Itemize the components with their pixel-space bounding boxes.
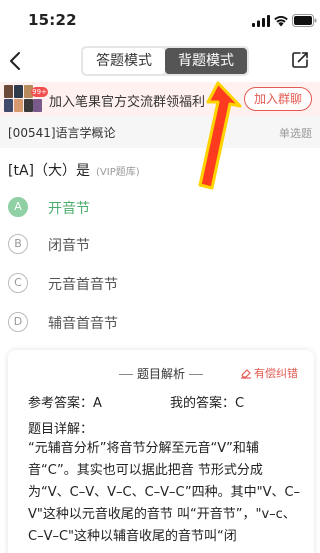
title-divider xyxy=(189,374,203,375)
option-text: 闭音节 xyxy=(48,238,90,254)
group-banner[interactable]: 99+ 加入笔果官方交流群领福利 加入群聊 xyxy=(0,82,320,116)
tab-recite-mode[interactable]: 背题模式 xyxy=(165,48,247,74)
question-stem: [tA]（大）是 (VIP题库) xyxy=(8,160,140,180)
option-d[interactable]: D 辅音首音节 xyxy=(8,311,308,333)
detail-title: 题目详解： xyxy=(28,422,94,437)
my-answer: 我的答案：C xyxy=(170,396,245,411)
mode-switch: 答题模式 背题模式 xyxy=(81,46,249,76)
analysis-card: 题目解析 有偿纠错 参考答案：A 我的答案：C 题目详解： “元辅音分析”将音节… xyxy=(8,350,314,553)
question-header: [00541]语言学概论 单选题 xyxy=(0,116,320,148)
question-code: [00541]语言学概论 xyxy=(8,126,116,140)
cellular-signal-icon xyxy=(252,15,270,27)
option-text: 开音节 xyxy=(48,201,90,217)
question-type: 单选题 xyxy=(279,127,312,140)
banner-text: 加入笔果官方交流群领福利 xyxy=(49,95,206,110)
option-letter: C xyxy=(8,273,28,293)
option-letter: D xyxy=(8,312,28,332)
report-error-link[interactable]: 有偿纠错 xyxy=(240,365,298,381)
title-divider xyxy=(118,374,133,375)
eraser-icon xyxy=(241,369,251,379)
group-avatars: 99+ xyxy=(4,85,48,113)
join-group-button[interactable]: 加入群聊 xyxy=(244,87,312,111)
chevron-left-icon[interactable] xyxy=(6,49,26,73)
reference-answer: 参考答案：A xyxy=(28,396,102,411)
report-label: 有偿纠错 xyxy=(254,367,298,380)
share-edit-icon[interactable] xyxy=(291,51,309,69)
question-text: [tA]（大）是 xyxy=(8,163,90,179)
analysis-title: 题目解析 xyxy=(136,367,185,381)
question-tag: (VIP题库) xyxy=(96,167,140,178)
status-time: 15:22 xyxy=(28,11,77,29)
battery-icon xyxy=(292,14,317,27)
tab-answer-mode[interactable]: 答题模式 xyxy=(83,48,165,74)
option-text: 辅音首音节 xyxy=(48,316,118,332)
unread-badge: 99+ xyxy=(31,87,48,97)
detail-text: “元辅音分析”将音节分解至元音“V”和辅音“C”。其实也可以据此把音 节形式分成… xyxy=(28,441,301,544)
wifi-icon xyxy=(274,16,288,27)
option-a[interactable]: A 开音节 xyxy=(8,196,308,218)
option-text: 元音首音节 xyxy=(48,277,118,293)
status-bar: 15:22 xyxy=(0,0,320,40)
option-letter: B xyxy=(8,234,28,254)
option-letter: A xyxy=(8,197,28,217)
option-b[interactable]: B 闭音节 xyxy=(8,233,308,255)
nav-bar: 答题模式 背题模式 xyxy=(0,40,320,82)
option-c[interactable]: C 元音首音节 xyxy=(8,272,308,294)
